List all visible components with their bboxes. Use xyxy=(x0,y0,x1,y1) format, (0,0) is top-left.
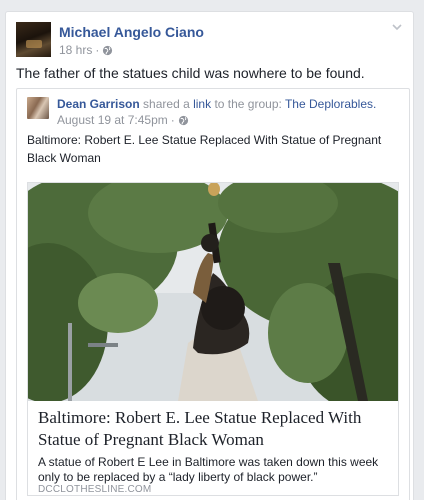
chevron-down-icon[interactable] xyxy=(391,22,403,32)
meta-separator: · xyxy=(95,43,100,57)
shared-meta-separator: · xyxy=(170,113,175,127)
shared-post: Dean Garrison shared a link to the group… xyxy=(16,88,410,500)
shared-timestamp[interactable]: August 19 at 7:45pm xyxy=(57,113,168,127)
post-timestamp[interactable]: 18 hrs xyxy=(59,43,92,57)
link-preview-image[interactable] xyxy=(28,183,398,401)
group-name-link[interactable]: The Deplorables. xyxy=(285,97,376,111)
shared-meta: August 19 at 7:45pm · xyxy=(57,113,189,127)
shared-post-text: Baltimore: Robert E. Lee Statue Replaced… xyxy=(27,133,382,165)
shared-link-word[interactable]: link xyxy=(193,97,211,111)
author-avatar[interactable] xyxy=(16,22,51,57)
link-domain: DCCLOTHESLINE.COM xyxy=(38,484,152,495)
shared-verb-2: to the group: xyxy=(214,97,282,111)
shared-author-name[interactable]: Dean Garrison xyxy=(57,97,140,111)
link-description: A statue of Robert E Lee in Baltimore wa… xyxy=(38,455,379,484)
post-text: The father of the statues child was nowh… xyxy=(16,65,365,81)
globe-icon[interactable] xyxy=(178,115,189,126)
globe-icon[interactable] xyxy=(102,45,113,56)
author-name[interactable]: Michael Angelo Ciano xyxy=(59,24,204,40)
link-preview-card[interactable]: Baltimore: Robert E. Lee Statue Replaced… xyxy=(27,182,399,496)
shared-verb: shared a xyxy=(143,97,190,111)
shared-author-avatar[interactable] xyxy=(27,97,49,119)
link-title[interactable]: Baltimore: Robert E. Lee Statue Replaced… xyxy=(38,407,392,451)
shared-header: Dean Garrison shared a link to the group… xyxy=(57,97,376,111)
post-meta: 18 hrs · xyxy=(59,43,113,57)
feed-post-card: Michael Angelo Ciano 18 hrs · The father… xyxy=(5,11,414,500)
